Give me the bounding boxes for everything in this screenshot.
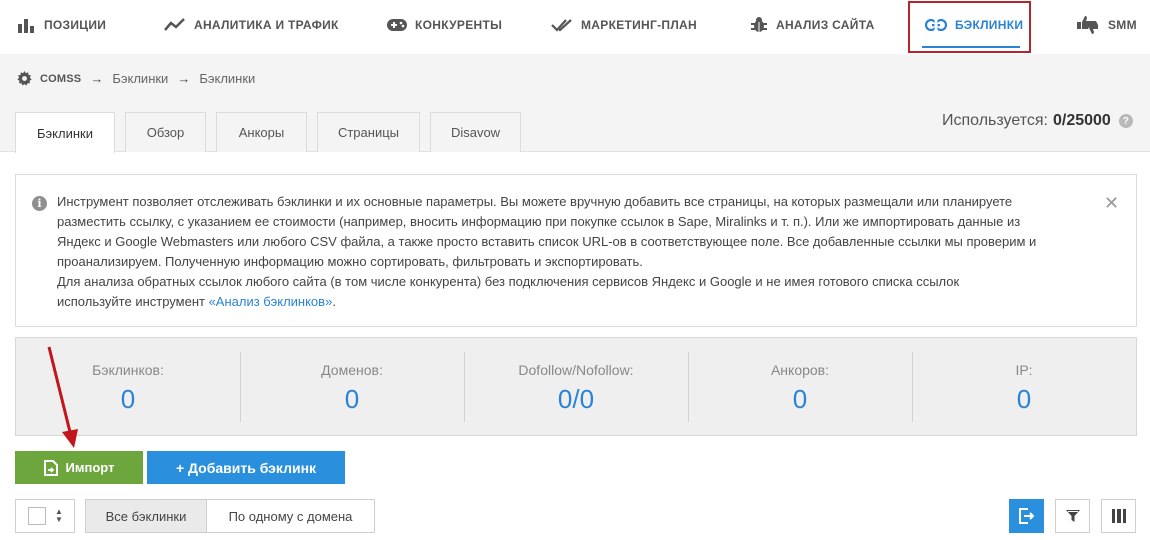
breadcrumb-separator: → bbox=[90, 71, 104, 86]
filter-button[interactable] bbox=[1055, 499, 1090, 533]
stat-label: Доменов: bbox=[321, 361, 383, 378]
file-import-icon bbox=[43, 459, 58, 476]
tab-backlinks[interactable]: Бэклинки bbox=[15, 112, 115, 153]
stat-dofollow-nofollow: Dofollow/Nofollow: 0/0 bbox=[464, 351, 688, 422]
add-backlink-label: + Добавить бэклинк bbox=[175, 459, 317, 476]
info-line: используйте инструмент «Анализ бэклинков… bbox=[57, 292, 1097, 312]
stat-ip: IP: 0 bbox=[912, 351, 1136, 422]
nav-item-marketing-plan[interactable]: МАРКЕТИНГ-ПЛАН bbox=[551, 0, 697, 50]
info-line: Инструмент позволяет отслеживать бэклинк… bbox=[57, 194, 1013, 209]
help-icon[interactable]: ? bbox=[1118, 114, 1133, 128]
columns-icon bbox=[1111, 509, 1126, 523]
nav-highlight-box bbox=[908, 1, 1031, 53]
import-button[interactable]: Импорт bbox=[15, 451, 143, 484]
usage-label: Используется: bbox=[942, 112, 1048, 129]
gear-icon bbox=[17, 71, 32, 86]
tab-pages[interactable]: Страницы bbox=[317, 112, 420, 152]
info-line-prefix: используйте инструмент bbox=[57, 294, 209, 309]
stat-value: 0 bbox=[1016, 383, 1032, 414]
breadcrumb-item[interactable]: Бэклинки bbox=[112, 71, 168, 86]
nav-item-label: КОНКУРЕНТЫ bbox=[415, 18, 503, 32]
nav-item-label: МАРКЕТИНГ-ПЛАН bbox=[581, 18, 697, 32]
info-line: проанализируем. Полученную информацию мо… bbox=[57, 254, 643, 269]
tab-overview[interactable]: Обзор bbox=[125, 112, 206, 152]
info-line: Яндекс и Google Webmasters или любого CS… bbox=[57, 234, 1037, 249]
stat-label: Анкоров: bbox=[770, 361, 830, 378]
nav-item-smm[interactable]: SMM bbox=[1076, 0, 1137, 50]
stat-label: Dofollow/Nofollow: bbox=[518, 361, 634, 378]
info-notice: i Инструмент позволяет отслеживать бэкли… bbox=[15, 174, 1137, 327]
bar-chart-icon bbox=[18, 19, 34, 33]
usage-indicator: Используется: 0/25000 ? bbox=[942, 112, 1133, 130]
bug-icon bbox=[751, 17, 767, 32]
info-line-suffix: . bbox=[332, 294, 336, 309]
filter-one-per-domain[interactable]: По одному с домена bbox=[206, 499, 375, 533]
export-icon bbox=[1018, 508, 1034, 524]
tab-anchors[interactable]: Анкоры bbox=[216, 112, 307, 152]
nav-item-label: SMM bbox=[1108, 18, 1137, 32]
gamepad-icon bbox=[387, 19, 407, 31]
filter-all-backlinks[interactable]: Все бэклинки bbox=[85, 499, 207, 533]
nav-item-label: АНАЛИЗ САЙТА bbox=[776, 18, 875, 32]
info-icon: i bbox=[32, 196, 47, 211]
tab-disavow[interactable]: Disavow bbox=[430, 112, 521, 152]
close-icon[interactable]: ✕ bbox=[1104, 193, 1119, 214]
trend-line-icon bbox=[164, 18, 185, 31]
export-button[interactable] bbox=[1009, 499, 1044, 533]
nav-item-site-analysis[interactable]: АНАЛИЗ САЙТА bbox=[750, 0, 875, 50]
add-backlink-button[interactable]: + Добавить бэклинк bbox=[147, 451, 345, 484]
breadcrumb: COMSS → Бэклинки → Бэклинки bbox=[17, 71, 255, 86]
import-button-label: Импорт bbox=[65, 460, 115, 475]
nav-item-positions[interactable]: ПОЗИЦИИ bbox=[18, 0, 106, 50]
thumbs-icon bbox=[1077, 16, 1098, 34]
stat-label: IP: bbox=[1015, 361, 1033, 378]
stats-panel: Бэклинков: 0 Доменов: 0 Dofollow/Nofollo… bbox=[15, 337, 1137, 436]
annotation-arrow bbox=[47, 346, 78, 448]
stat-value: 0 bbox=[792, 383, 808, 414]
nav-item-label: АНАЛИТИКА И ТРАФИК bbox=[194, 18, 339, 32]
stat-value: 0/0 bbox=[557, 383, 595, 414]
stat-anchors: Анкоров: 0 bbox=[688, 351, 912, 422]
columns-button[interactable] bbox=[1101, 499, 1136, 533]
double-check-icon bbox=[551, 19, 572, 32]
usage-value: 0/25000 bbox=[1052, 112, 1111, 129]
info-text: Инструмент позволяет отслеживать бэклинк… bbox=[57, 192, 1097, 312]
breadcrumb-item: Бэклинки bbox=[199, 71, 256, 86]
updown-icon: ▲ ▼ bbox=[55, 507, 63, 524]
stat-value: 0 bbox=[344, 383, 360, 414]
filter-icon bbox=[1065, 510, 1080, 522]
info-line: разместить ссылку, с указанием ее стоимо… bbox=[57, 214, 1021, 229]
backlink-analysis-link[interactable]: «Анализ бэклинков» bbox=[209, 294, 333, 309]
breadcrumb-separator: → bbox=[177, 71, 191, 86]
select-all-dropdown[interactable]: ▲ ▼ bbox=[15, 499, 75, 533]
nav-item-label: ПОЗИЦИИ bbox=[44, 18, 107, 32]
stat-domains: Доменов: 0 bbox=[240, 351, 464, 422]
info-line: Для анализа обратных ссылок любого сайта… bbox=[57, 274, 960, 289]
nav-item-competitors[interactable]: КОНКУРЕНТЫ bbox=[387, 0, 502, 50]
nav-item-analytics[interactable]: АНАЛИТИКА И ТРАФИК bbox=[164, 0, 339, 50]
select-all-checkbox[interactable] bbox=[28, 507, 46, 525]
breadcrumb-root[interactable]: COMSS bbox=[40, 73, 81, 85]
